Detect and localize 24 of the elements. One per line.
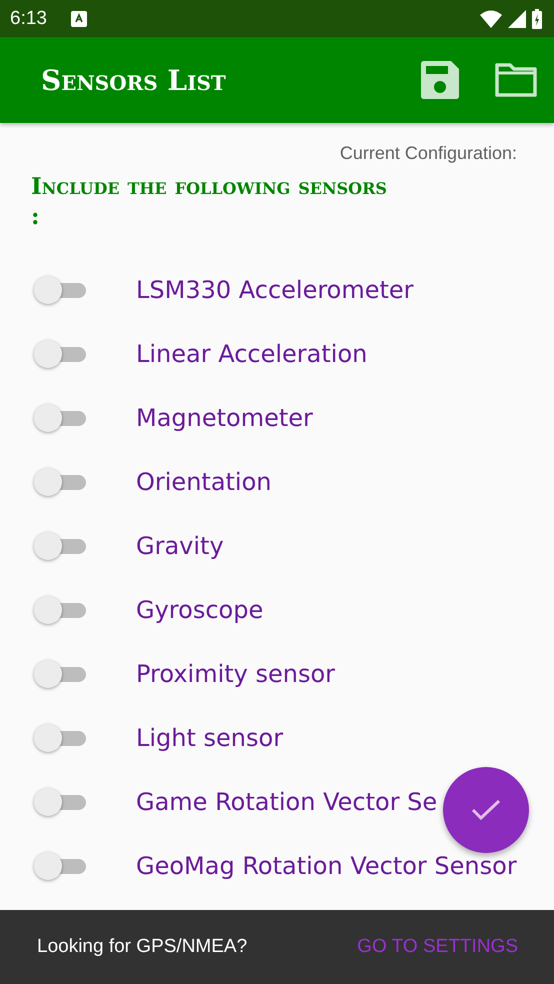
- save-icon[interactable]: [421, 61, 459, 99]
- keyboard-icon: [70, 10, 87, 26]
- app-title: Sensors List: [41, 64, 227, 96]
- sensor-label: LSM330 Accelerometer: [136, 276, 414, 304]
- sensor-label: Magnetometer: [136, 404, 313, 432]
- signal-icon: [508, 10, 526, 28]
- wifi-icon: [480, 10, 502, 28]
- sensor-label: Game Rotation Vector Se: [136, 788, 438, 816]
- snackbar-message: Looking for GPS/NMEA?: [37, 936, 248, 958]
- sensor-label: Gyroscope: [136, 596, 264, 624]
- sensor-label: Gravity: [136, 532, 224, 560]
- confirm-button[interactable]: [443, 767, 529, 853]
- check-icon: [471, 799, 501, 821]
- sensor-label: Linear Acceleration: [136, 340, 368, 368]
- settings-link[interactable]: GO TO SETTINGS: [357, 932, 518, 962]
- battery-icon: [532, 8, 542, 28]
- configuration-label: Current Configuration:: [340, 143, 517, 164]
- sensor-label: Orientation: [136, 468, 272, 496]
- status-time: 6:13: [10, 8, 47, 30]
- folder-icon[interactable]: [495, 63, 537, 97]
- sensor-label: GeoMag Rotation Vector Sensor: [136, 852, 517, 880]
- sensor-label: Light sensor: [136, 724, 284, 752]
- sensor-label: Proximity sensor: [136, 660, 336, 688]
- section-heading: Include the following sensors :: [31, 172, 388, 232]
